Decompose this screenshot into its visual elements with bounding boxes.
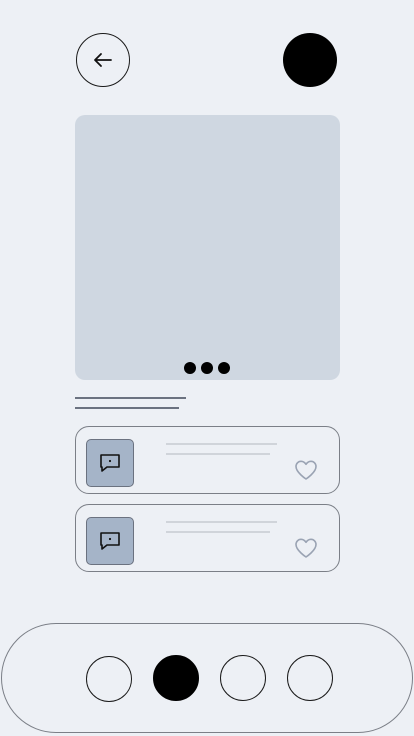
title-placeholder-line bbox=[75, 397, 186, 399]
list-card[interactable] bbox=[75, 426, 340, 494]
heart-outline-icon[interactable] bbox=[294, 537, 318, 559]
card-thumbnail bbox=[86, 517, 134, 565]
card-subtitle-placeholder bbox=[166, 531, 270, 533]
nav-item-3[interactable] bbox=[220, 655, 266, 701]
carousel-dot-3[interactable] bbox=[218, 362, 230, 374]
subtitle-placeholder-line bbox=[75, 407, 179, 409]
hero-image[interactable] bbox=[75, 115, 340, 380]
list-card[interactable] bbox=[75, 504, 340, 572]
avatar[interactable] bbox=[283, 33, 337, 87]
arrow-left-icon bbox=[94, 53, 112, 67]
card-thumbnail bbox=[86, 439, 134, 487]
bottom-nav bbox=[1, 623, 413, 733]
chat-bubble-icon bbox=[100, 532, 120, 550]
carousel-dot-1[interactable] bbox=[184, 362, 196, 374]
card-title-placeholder bbox=[166, 521, 277, 523]
nav-item-2-active[interactable] bbox=[153, 655, 199, 701]
nav-item-1[interactable] bbox=[86, 656, 132, 702]
nav-item-4[interactable] bbox=[287, 655, 333, 701]
carousel-dots bbox=[184, 362, 232, 374]
card-subtitle-placeholder bbox=[166, 453, 270, 455]
carousel-dot-2[interactable] bbox=[201, 362, 213, 374]
chat-bubble-icon bbox=[100, 454, 120, 472]
heart-outline-icon[interactable] bbox=[294, 459, 318, 481]
card-title-placeholder bbox=[166, 443, 277, 445]
back-button[interactable] bbox=[76, 33, 130, 87]
